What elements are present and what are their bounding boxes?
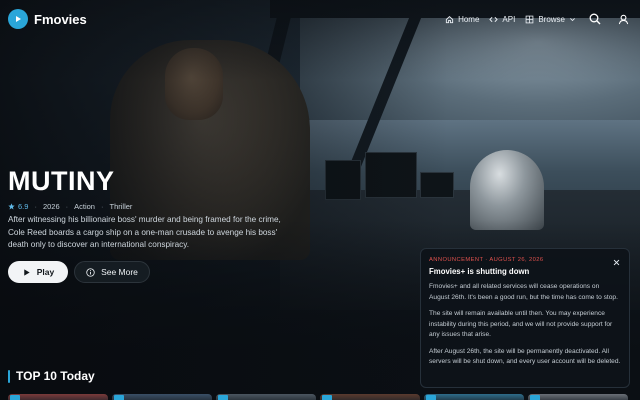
- genre-tag[interactable]: Action: [74, 202, 95, 211]
- release-year: 2026: [42, 202, 60, 211]
- quality-badge: [10, 395, 20, 400]
- play-logo-icon: [8, 9, 28, 29]
- quality-badge: [322, 395, 332, 400]
- grid-icon: [525, 15, 534, 23]
- account-button[interactable]: [614, 10, 632, 28]
- nav-home-label: Home: [458, 14, 480, 24]
- close-button[interactable]: [611, 257, 621, 267]
- nav-home[interactable]: Home: [445, 15, 479, 24]
- user-icon: [618, 14, 628, 24]
- nav-api[interactable]: API: [489, 15, 515, 24]
- top10-row: [8, 394, 640, 400]
- nav-browse-label: Browse: [538, 14, 565, 24]
- announcement-title: Fmovies+ is shutting down: [429, 267, 530, 276]
- chevron-down-icon: [570, 17, 575, 21]
- star-icon: [8, 203, 15, 210]
- rating-value: 6.9: [18, 202, 29, 211]
- announcement-paragraph: The site will remain available until the…: [429, 310, 613, 338]
- movie-title: MUTINY: [8, 166, 115, 196]
- close-icon: [613, 259, 619, 265]
- quality-badge: [530, 395, 540, 400]
- movie-card[interactable]: [112, 394, 212, 400]
- movie-meta: 6.9 · 2026 · Action · Thriller: [8, 202, 132, 211]
- movie-card[interactable]: [216, 394, 316, 400]
- info-icon: [86, 267, 95, 277]
- movie-card[interactable]: [424, 394, 524, 400]
- nav-api-label: API: [502, 14, 516, 24]
- search-button[interactable]: [586, 10, 604, 28]
- nav-browse[interactable]: Browse: [525, 15, 576, 24]
- movie-card[interactable]: [320, 394, 420, 400]
- play-icon: [24, 268, 30, 276]
- meta-separator: ·: [34, 202, 37, 211]
- nav-menu: Home API Browse: [445, 0, 632, 38]
- see-more-button[interactable]: See More: [74, 261, 150, 283]
- meta-separator: ·: [65, 202, 69, 211]
- quality-badge: [218, 395, 228, 400]
- announcement-paragraph: After August 26th, the site will be perm…: [429, 347, 621, 366]
- top-navbar: Fmovies Home API Browse: [0, 0, 640, 38]
- announcement-paragraph: Fmovies+ and all related services will c…: [429, 283, 618, 301]
- brand-logo[interactable]: Fmovies: [8, 9, 87, 29]
- search-icon: [589, 13, 601, 25]
- top10-heading: TOP 10 Today: [8, 368, 95, 384]
- announcement-label: ANNOUNCEMENT · AUGUST 26, 2026: [429, 257, 544, 263]
- movie-card[interactable]: [528, 394, 628, 400]
- quality-badge: [426, 395, 436, 400]
- see-more-label: See More: [101, 267, 138, 277]
- movie-description: After witnessing his billionaire boss' m…: [8, 215, 281, 249]
- rating: 6.9: [8, 202, 28, 211]
- brand-name: Fmovies: [34, 11, 87, 27]
- home-icon: [445, 15, 454, 23]
- play-button[interactable]: Play: [8, 261, 68, 283]
- genre-tag[interactable]: Thriller: [109, 202, 132, 211]
- play-label: Play: [36, 267, 55, 277]
- heading-accent-bar: [8, 369, 10, 383]
- top10-title: TOP 10 Today: [16, 369, 95, 383]
- announcement-panel: ANNOUNCEMENT · AUGUST 26, 2026 Fmovies+ …: [420, 248, 630, 388]
- movie-card[interactable]: [8, 394, 108, 400]
- quality-badge: [114, 395, 124, 400]
- meta-separator: ·: [100, 202, 104, 211]
- code-icon: [489, 16, 499, 22]
